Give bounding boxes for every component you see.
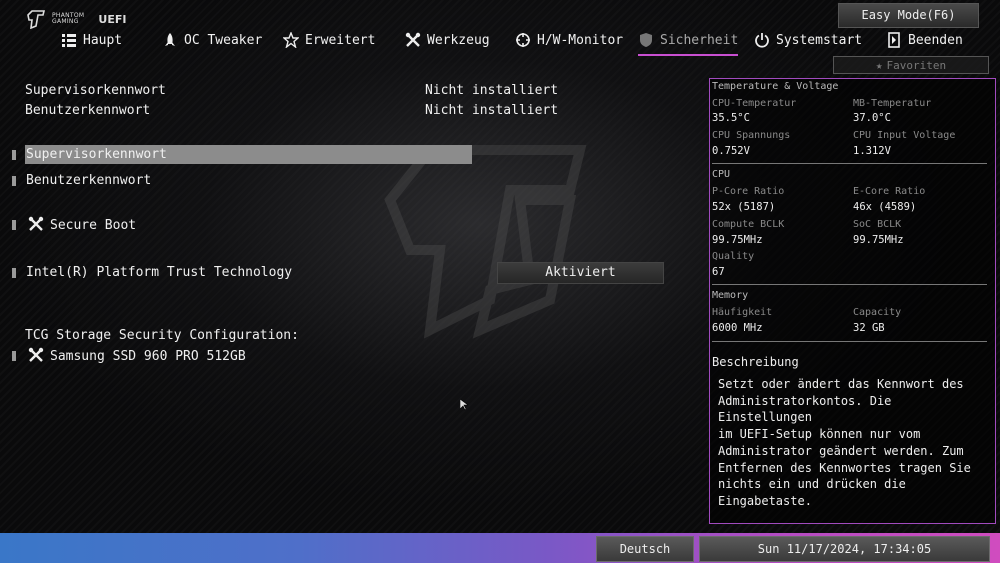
memory-capacity-label: Capacity: [853, 307, 902, 318]
tab-label: H/W-Monitor: [537, 32, 624, 48]
divider: [712, 341, 987, 342]
cpu-input-voltage-value: 1.312V: [853, 145, 891, 157]
ssd-label: Samsung SSD 960 PRO 512GB: [50, 349, 246, 364]
supervisor-status-label: Supervisorkennwort: [25, 83, 166, 98]
supervisor-password-item[interactable]: Supervisorkennwort: [26, 147, 167, 162]
tab-hw-monitor[interactable]: H/W-Monitor: [515, 28, 623, 52]
tab-label: Systemstart: [776, 32, 863, 48]
tab-erweitert[interactable]: Erweitert: [283, 28, 375, 52]
datetime-display[interactable]: Sun 11/17/2024, 17:34:05: [699, 536, 990, 562]
compute-bclk-value: 99.75MHz: [712, 234, 763, 246]
uefi-label: UEFI: [98, 12, 127, 26]
cpu-temp-value: 35.5°C: [712, 112, 750, 124]
secure-boot-label: Secure Boot: [50, 218, 137, 233]
shield-icon: [640, 33, 652, 47]
tab-beenden[interactable]: Beenden: [886, 28, 963, 52]
language-button[interactable]: Deutsch: [596, 536, 694, 562]
user-password-item[interactable]: Benutzerkennwort: [26, 173, 151, 188]
ssd-item[interactable]: Samsung SSD 960 PRO 512GB: [28, 347, 246, 364]
divider: [712, 163, 987, 164]
mouse-cursor-icon: [460, 399, 468, 411]
memory-frequency-label: Häufigkeit: [712, 307, 773, 318]
target-icon: [516, 33, 530, 47]
memory-frequency-value: 6000 MHz: [712, 322, 763, 334]
phantom-gaming-logo-icon: [27, 10, 46, 29]
ptt-item[interactable]: Intel(R) Platform Trust Technology: [26, 265, 292, 280]
item-bullet: [12, 220, 16, 230]
temp-voltage-title: Temperature & Voltage: [712, 81, 839, 92]
cpu-temp-label: CPU-Temperatur: [712, 98, 797, 109]
soc-bclk-value: 99.75MHz: [853, 234, 904, 246]
power-icon: [755, 33, 769, 48]
tab-oc-tweaker[interactable]: OC Tweaker: [162, 28, 262, 52]
logo-text-line2: GAMING: [52, 18, 79, 25]
cpu-input-voltage-label: CPU Input Voltage: [853, 130, 956, 141]
cpu-voltage-label: CPU Spannungs: [712, 130, 791, 141]
mb-temp-label: MB-Temperatur: [853, 98, 932, 109]
tab-label: Beenden: [908, 32, 963, 48]
divider: [712, 284, 987, 285]
ecore-ratio-label: E-Core Ratio: [853, 186, 926, 197]
item-bullet: [12, 150, 16, 160]
list-icon: [62, 34, 76, 47]
logo-text: PHANTOM GAMING: [52, 13, 84, 25]
item-bullet: [12, 268, 16, 278]
tools-icon: [28, 216, 44, 231]
tab-werkzeug[interactable]: Werkzeug: [405, 28, 490, 52]
exit-icon: [888, 32, 900, 48]
cpu-title: CPU: [712, 169, 731, 180]
tools-icon: [28, 347, 44, 362]
soc-bclk-label: SoC BCLK: [853, 219, 902, 230]
tab-label: Erweitert: [305, 32, 376, 48]
pcore-ratio-label: P-Core Ratio: [712, 186, 785, 197]
supervisor-status-value: Nicht installiert: [425, 83, 559, 98]
tab-label: Haupt: [83, 32, 123, 48]
tab-sicherheit[interactable]: Sicherheit: [638, 28, 739, 56]
star-icon: [283, 32, 299, 48]
brand-logo: PHANTOM GAMING UEFI: [26, 9, 126, 29]
description-title: Beschreibung: [712, 355, 799, 369]
tab-label: Werkzeug: [427, 32, 490, 48]
item-bullet: [12, 351, 16, 361]
pcore-ratio-value: 52x (5187): [712, 201, 776, 213]
secure-boot-item[interactable]: Secure Boot: [28, 216, 136, 233]
favorites-label: Favoriten: [886, 58, 947, 72]
main-navigation: Haupt OC Tweaker Erweitert Werkzeug H/W-…: [0, 28, 1000, 56]
ecore-ratio-value: 46x (4589): [853, 201, 917, 213]
ptt-value-button[interactable]: Aktiviert: [497, 262, 664, 284]
cpu-voltage-value: 0.752V: [712, 145, 750, 157]
quality-label: Quality: [712, 251, 755, 262]
mb-temp-value: 37.0°C: [853, 112, 891, 124]
star-icon: ★: [875, 58, 883, 72]
rocket-icon: [165, 33, 175, 46]
compute-bclk-label: Compute BCLK: [712, 219, 785, 230]
tab-haupt[interactable]: Haupt: [61, 28, 122, 52]
user-status-value: Nicht installiert: [425, 103, 559, 118]
tcg-heading: TCG Storage Security Configuration:: [25, 328, 299, 343]
tab-systemstart[interactable]: Systemstart: [754, 28, 862, 52]
tab-label: OC Tweaker: [184, 32, 263, 48]
quality-value: 67: [712, 266, 725, 278]
description-text: Setzt oder ändert das Kennwort des Admin…: [718, 377, 971, 508]
tab-label: Sicherheit: [660, 32, 739, 48]
user-status-label: Benutzerkennwort: [25, 103, 151, 118]
memory-title: Memory: [712, 290, 749, 301]
hardware-monitor-panel: Temperature & Voltage CPU-Temperatur MB-…: [709, 78, 996, 524]
memory-capacity-value: 32 GB: [853, 322, 885, 334]
favorites-button[interactable]: ★ Favoriten: [833, 56, 989, 74]
easy-mode-button[interactable]: Easy Mode(F6): [838, 3, 979, 28]
tools-icon: [405, 32, 421, 47]
item-bullet: [12, 176, 16, 186]
